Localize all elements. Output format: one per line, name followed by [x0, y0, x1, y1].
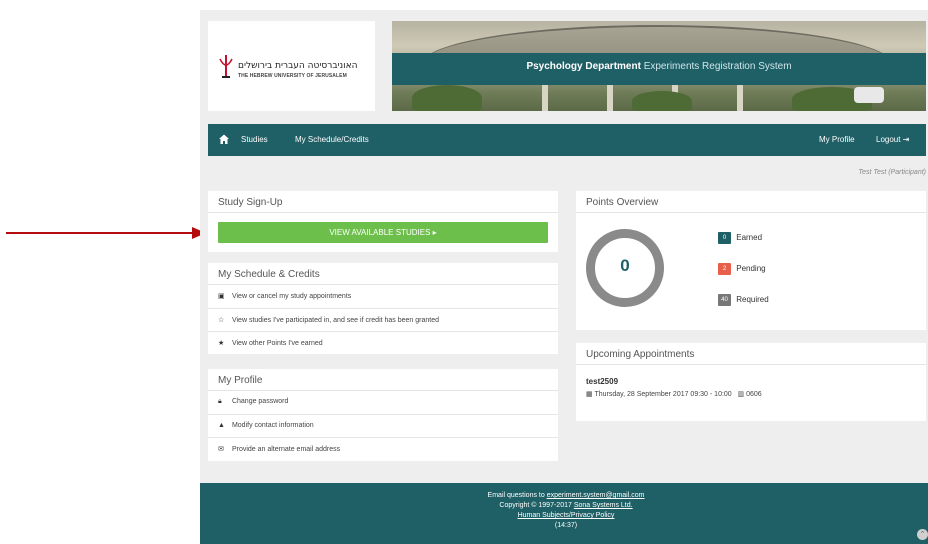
appointment-details: ▦ Thursday, 28 September 2017 09:30 - 10… — [586, 390, 762, 398]
scroll-to-top-icon[interactable]: ⌃ — [917, 529, 928, 540]
points-overview-panel: Points Overview 0 0 Earned 2 Pending 40 … — [576, 191, 926, 330]
banner-pillar — [737, 85, 743, 111]
points-total: 0 — [620, 256, 630, 275]
logo-english-text: THE HEBREW UNIVERSITY OF JERUSALEM — [238, 73, 347, 79]
logout-icon: ⇥ — [902, 135, 910, 144]
list-item-modify-contact-info[interactable]: ▲ Modify contact information — [208, 414, 558, 437]
list-item-label: Provide an alternate email address — [231, 446, 341, 453]
star-half-icon: ☆ — [218, 317, 225, 324]
appointment-room: 0606 — [746, 391, 762, 398]
pending-badge: 2 — [718, 263, 731, 275]
annotation-arrow — [6, 227, 206, 239]
banner-title: Psychology Department Experiments Regist… — [392, 61, 926, 72]
view-available-studies-button[interactable]: VIEW AVAILABLE STUDIES ▸ — [218, 222, 548, 243]
list-item-label: Change password — [231, 398, 289, 405]
list-item-view-other-points[interactable]: ★ View other Points I've earned — [208, 331, 558, 354]
required-label: Required — [736, 295, 769, 305]
required-badge: 40 — [718, 294, 731, 306]
circle-arrow-right-icon: ▸ — [432, 228, 437, 237]
list-item-label: View other Points I've earned — [231, 340, 323, 347]
nav-studies[interactable]: Studies — [241, 135, 268, 144]
page-container: האוניברסיטה העברית בירושלים THE HEBREW U… — [200, 10, 928, 544]
appointment-name[interactable]: test2509 — [586, 377, 618, 386]
study-signup-panel: Study Sign-Up VIEW AVAILABLE STUDIES ▸ — [208, 191, 558, 252]
header-banner: Psychology Department Experiments Regist… — [392, 21, 926, 111]
envelope-icon: ✉ — [218, 446, 224, 453]
nav-logout[interactable]: Logout ⇥ — [876, 135, 909, 144]
banner-tree — [412, 85, 482, 111]
button-label: VIEW AVAILABLE STUDIES — [329, 228, 431, 237]
nav-schedule-credits[interactable]: My Schedule/Credits — [295, 135, 369, 144]
panel-title: Points Overview — [576, 191, 926, 213]
building-icon: ▥ — [737, 391, 745, 398]
banner-pillar — [607, 85, 613, 111]
points-pending-row: 2 Pending — [718, 263, 766, 275]
panel-title: Upcoming Appointments — [576, 343, 926, 365]
footer-email-prefix: Email questions to — [487, 492, 545, 499]
home-icon[interactable] — [218, 133, 230, 145]
list-item-view-cancel-appointments[interactable]: ▣ View or cancel my study appointments — [208, 285, 558, 308]
appointment-datetime: Thursday, 28 September 2017 09:30 - 10:0… — [594, 391, 732, 398]
panel-title: My Profile — [208, 369, 558, 391]
my-profile-panel: My Profile 🔒︎ Change password ▲ Modify c… — [208, 369, 558, 461]
schedule-list: ▣ View or cancel my study appointments ☆… — [208, 285, 558, 354]
footer-company-link[interactable]: Sona Systems Ltd. — [574, 502, 633, 509]
menorah-logo-icon — [219, 55, 233, 78]
panel-title: My Schedule & Credits — [208, 263, 558, 285]
banner-pillar — [542, 85, 548, 111]
profile-list: 🔒︎ Change password ▲ Modify contact info… — [208, 391, 558, 460]
main-navbar: Studies My Schedule/Credits My Profile L… — [208, 124, 926, 156]
logo-hebrew-text: האוניברסיטה העברית בירושלים — [238, 61, 358, 71]
schedule-credits-panel: My Schedule & Credits ▣ View or cancel m… — [208, 263, 558, 354]
list-item-view-participated-studies[interactable]: ☆ View studies I've participated in, and… — [208, 308, 558, 331]
points-earned-row: 0 Earned — [718, 232, 762, 244]
points-gauge: 0 — [586, 229, 664, 307]
footer-privacy-link[interactable]: Human Subjects/Privacy Policy — [518, 512, 615, 519]
page-footer: Email questions to experiment.system@gma… — [200, 483, 928, 544]
list-item-label: View studies I've participated in, and s… — [231, 317, 440, 324]
user-name-label: Test Test (Participant) — [858, 169, 926, 176]
list-item-alternate-email[interactable]: ✉ Provide an alternate email address — [208, 437, 558, 460]
banner-title-bold: Psychology Department — [526, 61, 641, 72]
list-item-change-password[interactable]: 🔒︎ Change password — [208, 391, 558, 414]
star-icon: ★ — [218, 340, 225, 347]
banner-title-rest: Experiments Registration System — [643, 61, 792, 72]
upcoming-appointments-panel: Upcoming Appointments test2509 ▦ Thursda… — [576, 343, 926, 421]
lock-icon: 🔒︎ — [218, 398, 222, 405]
pending-label: Pending — [736, 264, 766, 274]
nav-my-profile[interactable]: My Profile — [819, 135, 855, 144]
list-item-label: Modify contact information — [231, 422, 314, 429]
footer-copyright-line: Copyright © 1997-2017 Sona Systems Ltd. — [200, 501, 928, 511]
user-icon: ▲ — [218, 422, 225, 429]
points-required-row: 40 Required — [718, 294, 769, 306]
list-item-label: View or cancel my study appointments — [231, 293, 352, 300]
footer-email-link[interactable]: experiment.system@gmail.com — [547, 492, 645, 499]
calendar-icon: ▦ — [586, 391, 593, 398]
earned-label: Earned — [736, 233, 763, 243]
earned-badge: 0 — [718, 232, 731, 244]
panel-title: Study Sign-Up — [208, 191, 558, 213]
nav-logout-label: Logout — [876, 135, 901, 144]
footer-time: (14:37) — [554, 522, 578, 529]
edit-square-icon: ▣ — [218, 293, 225, 300]
banner-car — [854, 87, 884, 103]
banner-tree — [632, 91, 692, 111]
footer-email-line: Email questions to experiment.system@gma… — [200, 491, 928, 501]
footer-copyright: Copyright © 1997-2017 — [499, 502, 572, 509]
footer-privacy-line: Human Subjects/Privacy Policy — [200, 511, 928, 521]
university-logo[interactable]: האוניברסיטה העברית בירושלים THE HEBREW U… — [208, 21, 375, 111]
